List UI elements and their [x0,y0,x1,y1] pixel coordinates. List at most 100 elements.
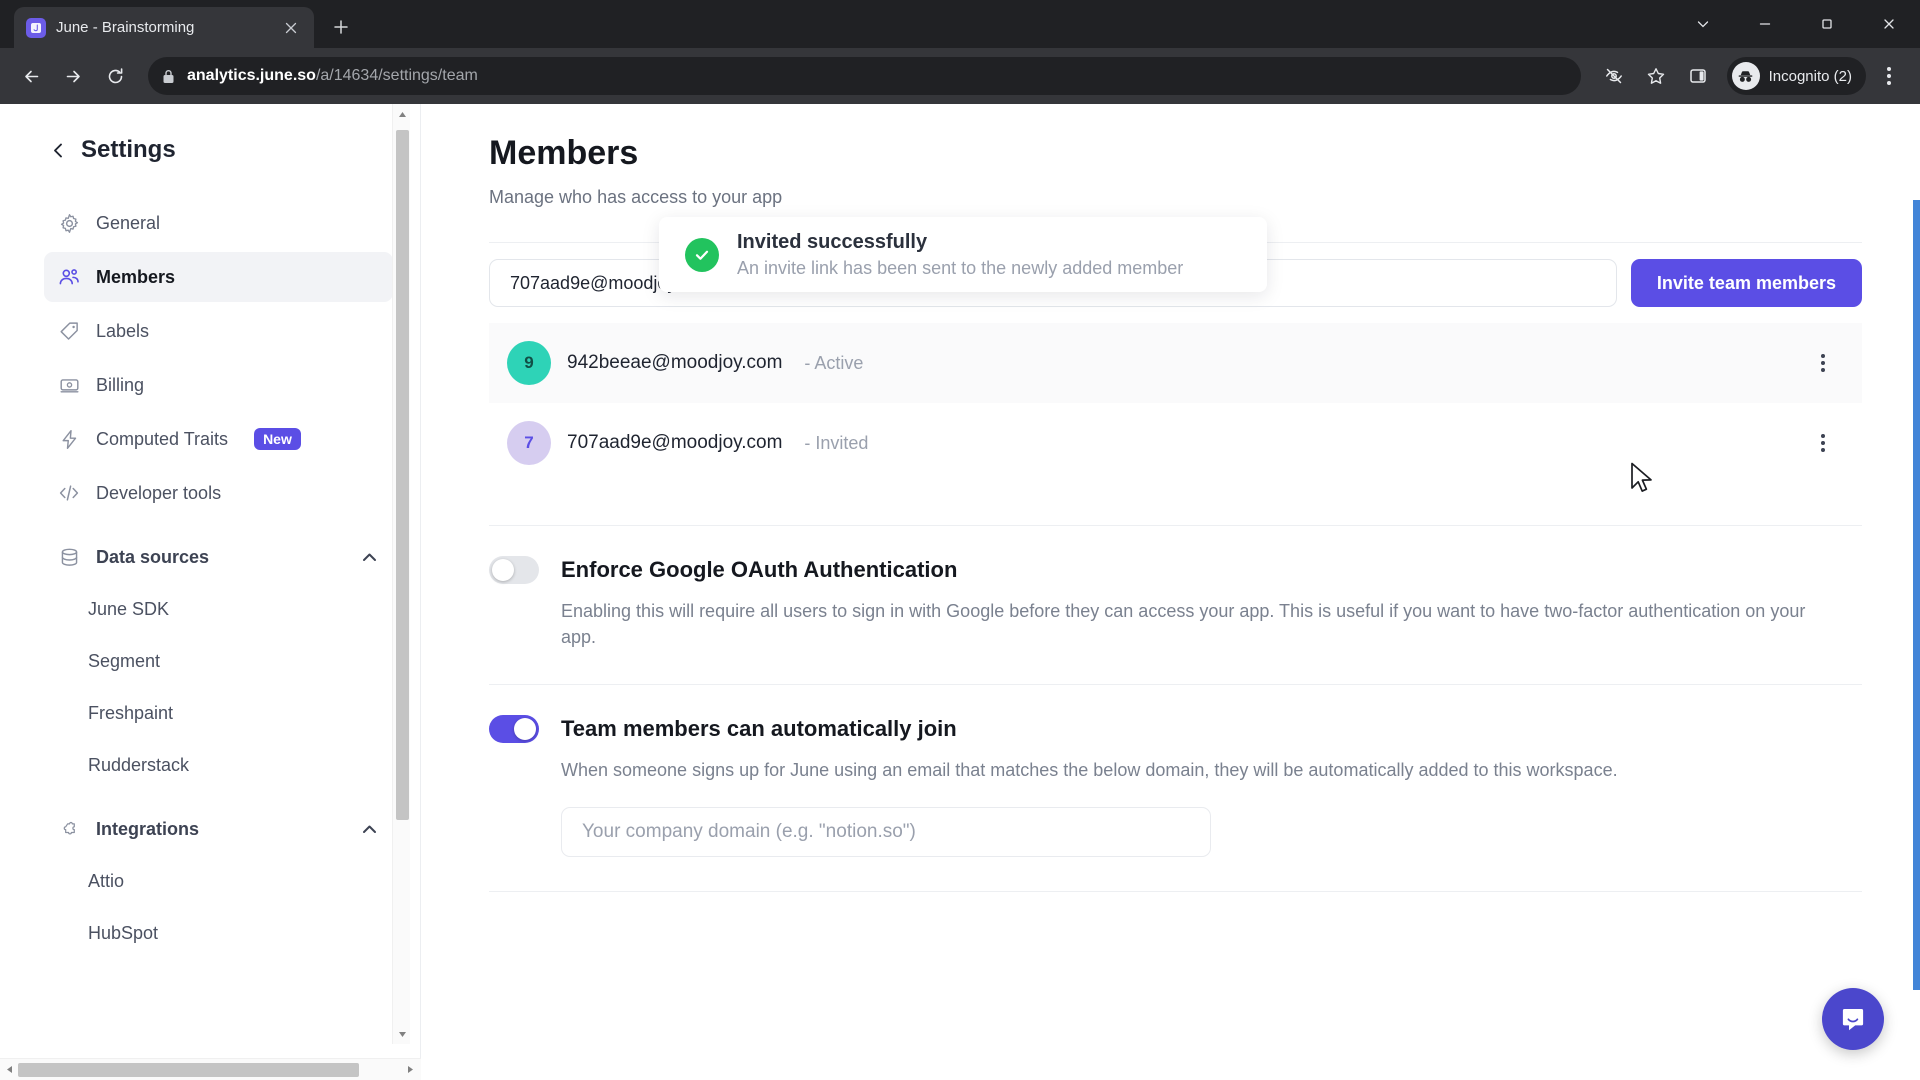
member-email: 707aad9e@moodjoy.com [567,432,783,453]
toast-message: An invite link has been sent to the newl… [737,257,1184,278]
table-row[interactable]: 7 707aad9e@moodjoy.com - Invited [489,403,1862,483]
sidebar-subitem-label: Freshpaint [88,702,174,723]
intercom-chat-icon [1842,1009,1864,1031]
sidebar-scroll-thumb[interactable] [396,130,409,820]
maximize-icon[interactable] [1796,0,1858,48]
url-host: analytics.june.so [187,67,316,84]
status-badge: - Invited [804,432,869,453]
puzzle-icon [58,818,80,840]
reload-icon[interactable] [96,57,134,95]
enforce-oauth-toggle[interactable] [489,556,539,584]
sidebar-subitem-label: Rudderstack [88,754,190,775]
table-row[interactable]: 9 942beeae@moodjoy.com - Active [489,323,1862,403]
members-heading: Members [489,134,639,172]
domain-placeholder: Your company domain (e.g. "notion.so") [582,821,916,843]
side-panel-icon[interactable] [1679,57,1717,95]
profile-label: Incognito (2) [1768,67,1852,85]
chevron-left-icon[interactable] [50,142,67,159]
billing-card-icon [58,374,80,396]
sidebar-item-label: Members [96,266,176,287]
eye-off-icon[interactable] [1595,57,1633,95]
toggle-knob [492,559,514,581]
setting-title: Team members can automatically join [561,716,957,742]
sidebar-scroll-area: Settings General Members Labels Billing … [0,104,421,1044]
section-divider [489,891,1862,893]
auto-join-toggle[interactable] [489,715,539,744]
toast-title: Invited successfully [737,230,928,253]
row-menu-icon[interactable] [1808,428,1838,458]
sidebar-item-members[interactable]: Members [44,252,393,302]
people-icon [58,266,80,288]
window-controls [1672,0,1920,48]
sidebar-subitem-freshpaint[interactable]: Freshpaint [44,688,393,738]
close-window-icon[interactable] [1858,0,1920,48]
page-viewport: Settings General Members Labels Billing … [0,104,1920,1080]
browser-window: June - Brainstorming analytics.june.so/a… [0,0,1920,1080]
members-subtitle: Manage who has access to your app [489,187,783,207]
sidebar-group-data-sources[interactable]: Data sources [44,532,393,582]
mouse-pointer-icon [1631,462,1652,492]
sidebar-hscroll-thumb[interactable] [18,1063,359,1077]
sidebar-vertical-scrollbar[interactable] [392,104,410,1044]
scroll-up-arrow-icon[interactable] [393,104,411,124]
sidebar-horizontal-scrollbar[interactable] [0,1058,421,1080]
sidebar-item-label: General [96,212,161,233]
sidebar-item-computed-traits[interactable]: Computed Traits New [44,414,393,464]
invite-team-members-button[interactable]: Invite team members [1630,259,1862,307]
green-check-circle-icon [685,237,719,272]
sidebar-subitem-rudderstack[interactable]: Rudderstack [44,740,393,790]
setting-header: Team members can automatically join [489,715,1862,744]
back-arrow-icon[interactable] [12,57,50,95]
setting-title: Enforce Google OAuth Authentication [561,557,958,582]
sidebar-item-label: Developer tools [96,482,222,503]
scroll-down-arrow-icon[interactable] [393,1024,411,1044]
lightning-bolt-icon [58,428,80,450]
url-text: analytics.june.so/a/14634/settings/team [187,67,478,85]
sidebar-item-general[interactable]: General [44,198,393,248]
tab-title: June - Brainstorming [56,19,195,36]
scroll-right-arrow-icon[interactable] [401,1059,419,1080]
scroll-left-arrow-icon[interactable] [0,1059,18,1080]
page-edge-indicator [1913,200,1920,990]
sidebar-subitem-label: June SDK [88,598,170,619]
sidebar-item-label: Billing [96,374,145,395]
sidebar-item-labels[interactable]: Labels [44,306,393,356]
status-badge: - Active [804,352,864,373]
tab-strip: June - Brainstorming [0,0,1920,48]
company-domain-input[interactable]: Your company domain (e.g. "notion.so") [561,807,1211,858]
tag-icon [58,320,80,342]
row-menu-icon[interactable] [1808,348,1838,378]
chevron-up-icon[interactable] [360,820,379,839]
three-dot-menu-icon[interactable] [1870,57,1908,95]
intercom-chat-button[interactable] [1822,988,1884,1050]
setting-description: Enabling this will require all users to … [561,601,1806,648]
june-logo-icon [26,17,46,38]
sidebar-item-developer-tools[interactable]: Developer tools [44,468,393,518]
chevron-down-icon[interactable] [1672,0,1734,48]
close-icon[interactable] [280,17,302,39]
avatar: 7 [507,421,551,465]
bookmark-star-icon[interactable] [1637,57,1675,95]
sidebar-item-label: Computed Traits [96,428,229,449]
sidebar-subitem-hubspot[interactable]: HubSpot [44,908,393,958]
sidebar-subitem-june-sdk[interactable]: June SDK [44,584,393,634]
address-bar[interactable]: analytics.june.so/a/14634/settings/team [148,57,1581,95]
profile-chip[interactable]: Incognito (2) [1726,57,1866,95]
sidebar-subitem-segment[interactable]: Segment [44,636,393,686]
browser-tab[interactable]: June - Brainstorming [14,7,314,48]
sidebar-subitem-attio[interactable]: Attio [44,856,393,906]
minimize-icon[interactable] [1734,0,1796,48]
browser-toolbar: analytics.june.so/a/14634/settings/team … [0,48,1920,104]
forward-arrow-icon[interactable] [54,57,92,95]
settings-sidebar: Settings General Members Labels Billing … [0,104,421,1080]
sidebar-group-integrations[interactable]: Integrations [44,804,393,854]
status-badge: New [254,428,301,450]
plus-icon[interactable] [324,10,358,44]
chevron-up-icon[interactable] [360,548,379,567]
sidebar-item-billing[interactable]: Billing [44,360,393,410]
setting-auto-join: Team members can automatically join When… [489,684,1862,891]
member-email: 942beeae@moodjoy.com [567,352,783,373]
sidebar-subitem-label: Segment [88,650,161,671]
setting-oauth: Enforce Google OAuth Authentication Enab… [489,525,1862,684]
